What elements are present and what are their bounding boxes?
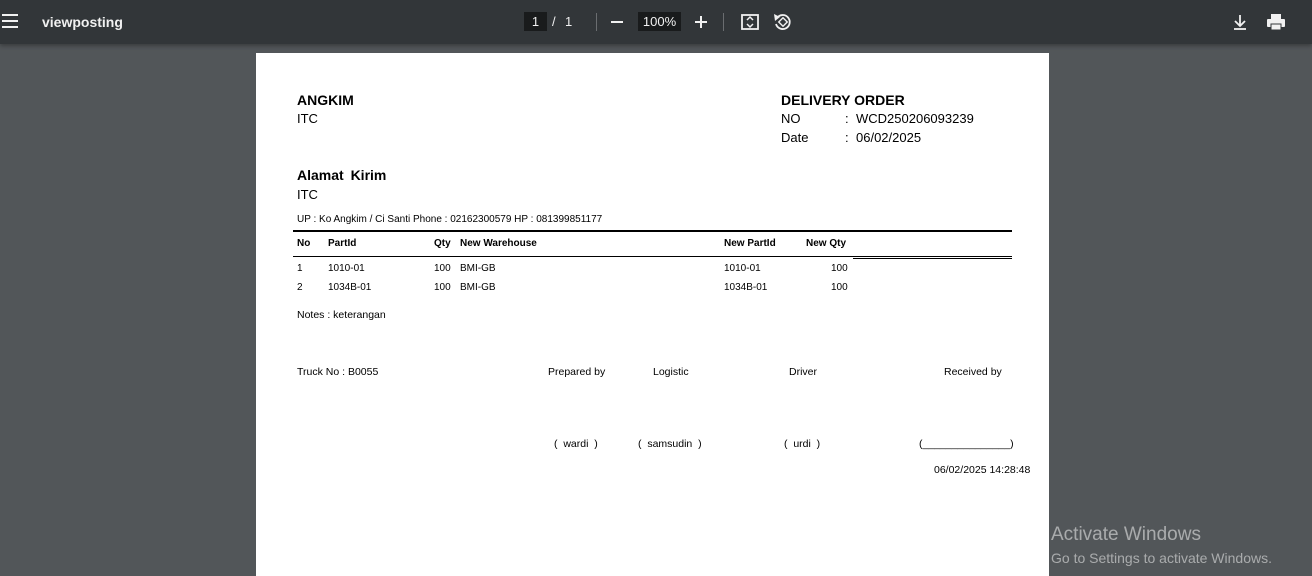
table-cell: 100 xyxy=(434,263,451,274)
table-top-rule xyxy=(293,230,1012,232)
document-title: viewposting xyxy=(42,14,123,30)
date-colon: : xyxy=(845,130,849,145)
company-name: ANGKIM xyxy=(297,92,354,108)
plus-icon xyxy=(695,16,707,28)
col-header-no: No xyxy=(297,238,311,249)
toolbar-divider xyxy=(596,13,597,31)
table-header-rule xyxy=(293,256,1012,257)
zoom-level-input[interactable]: 100% xyxy=(638,12,681,31)
document-heading: DELIVERY ORDER xyxy=(781,92,905,108)
col-header-new-partid: New PartId xyxy=(724,238,776,249)
watermark-title: Activate Windows xyxy=(1051,524,1201,545)
col-header-new-warehouse: New Warehouse xyxy=(460,238,537,249)
logistic-label: Logistic xyxy=(653,366,689,378)
rotate-button[interactable] xyxy=(771,11,793,33)
windows-activation-watermark: Activate Windows Go to Settings to activ… xyxy=(1051,524,1272,566)
table-cell: 1010-01 xyxy=(724,263,761,274)
no-colon: : xyxy=(845,111,849,126)
rotate-icon xyxy=(774,14,791,30)
table-cell: 1034B-01 xyxy=(724,282,768,293)
pdf-toolbar: viewposting 1 / 1 100% xyxy=(0,0,1312,44)
notes: Notes : keterangan xyxy=(297,309,386,321)
table-cell: 100 xyxy=(831,263,848,274)
col-header-partid: PartId xyxy=(328,238,357,249)
table-cell: 1010-01 xyxy=(328,263,365,274)
prepared-by-name: ( wardi ) xyxy=(554,438,598,450)
page-total: 1 xyxy=(565,14,573,29)
shipping-address-heading: Alamat Kirim xyxy=(297,167,387,183)
table-cell: BMI-GB xyxy=(460,263,496,274)
zoom-out-button[interactable] xyxy=(606,11,628,33)
table-cell: 1 xyxy=(297,263,303,274)
col-header-new-qty: New Qty xyxy=(806,238,847,249)
table-cell: BMI-GB xyxy=(460,282,496,293)
page-separator: / xyxy=(552,14,556,29)
date-label: Date xyxy=(781,130,809,145)
table-cell: 1034B-01 xyxy=(328,282,372,293)
fit-to-page-button[interactable] xyxy=(739,11,761,33)
download-icon xyxy=(1234,15,1246,30)
table-cell: 100 xyxy=(434,282,451,293)
logistic-name: ( samsudin ) xyxy=(638,438,702,450)
driver-name: ( urdi ) xyxy=(784,438,821,450)
received-by-label: Received by xyxy=(944,366,1002,378)
print-button[interactable] xyxy=(1265,11,1287,33)
col-header-qty: Qty xyxy=(434,238,451,249)
table-header-rule-double xyxy=(853,258,1012,259)
page-number-input[interactable]: 1 xyxy=(524,12,547,31)
download-button[interactable] xyxy=(1229,11,1251,33)
order-number: WCD250206093239 xyxy=(856,111,974,126)
truck-number: Truck No : B0055 xyxy=(297,366,379,378)
printed-timestamp: 06/02/2025 14:28:48 xyxy=(934,464,1031,476)
company-location: ITC xyxy=(297,111,318,126)
print-icon xyxy=(1267,14,1285,31)
toolbar-divider xyxy=(723,13,724,31)
received-by-name: (_______________) xyxy=(919,438,1014,450)
fit-page-icon xyxy=(741,14,759,30)
no-label: NO xyxy=(781,111,801,126)
watermark-subtitle: Go to Settings to activate Windows. xyxy=(1051,550,1272,566)
zoom-in-button[interactable] xyxy=(690,11,712,33)
prepared-by-label: Prepared by xyxy=(548,366,606,378)
menu-icon[interactable] xyxy=(2,14,18,28)
table-cell: 100 xyxy=(831,282,848,293)
contact-line: UP : Ko Angkim / Ci Santi Phone : 021623… xyxy=(297,214,603,225)
shipping-address: ITC xyxy=(297,187,318,202)
minus-icon xyxy=(611,21,623,23)
order-date: 06/02/2025 xyxy=(856,130,922,145)
table-cell: 2 xyxy=(297,282,303,293)
pdf-page: ANGKIM ITC DELIVERY ORDER NO : WCD250206… xyxy=(256,53,1049,576)
driver-label: Driver xyxy=(789,366,817,378)
